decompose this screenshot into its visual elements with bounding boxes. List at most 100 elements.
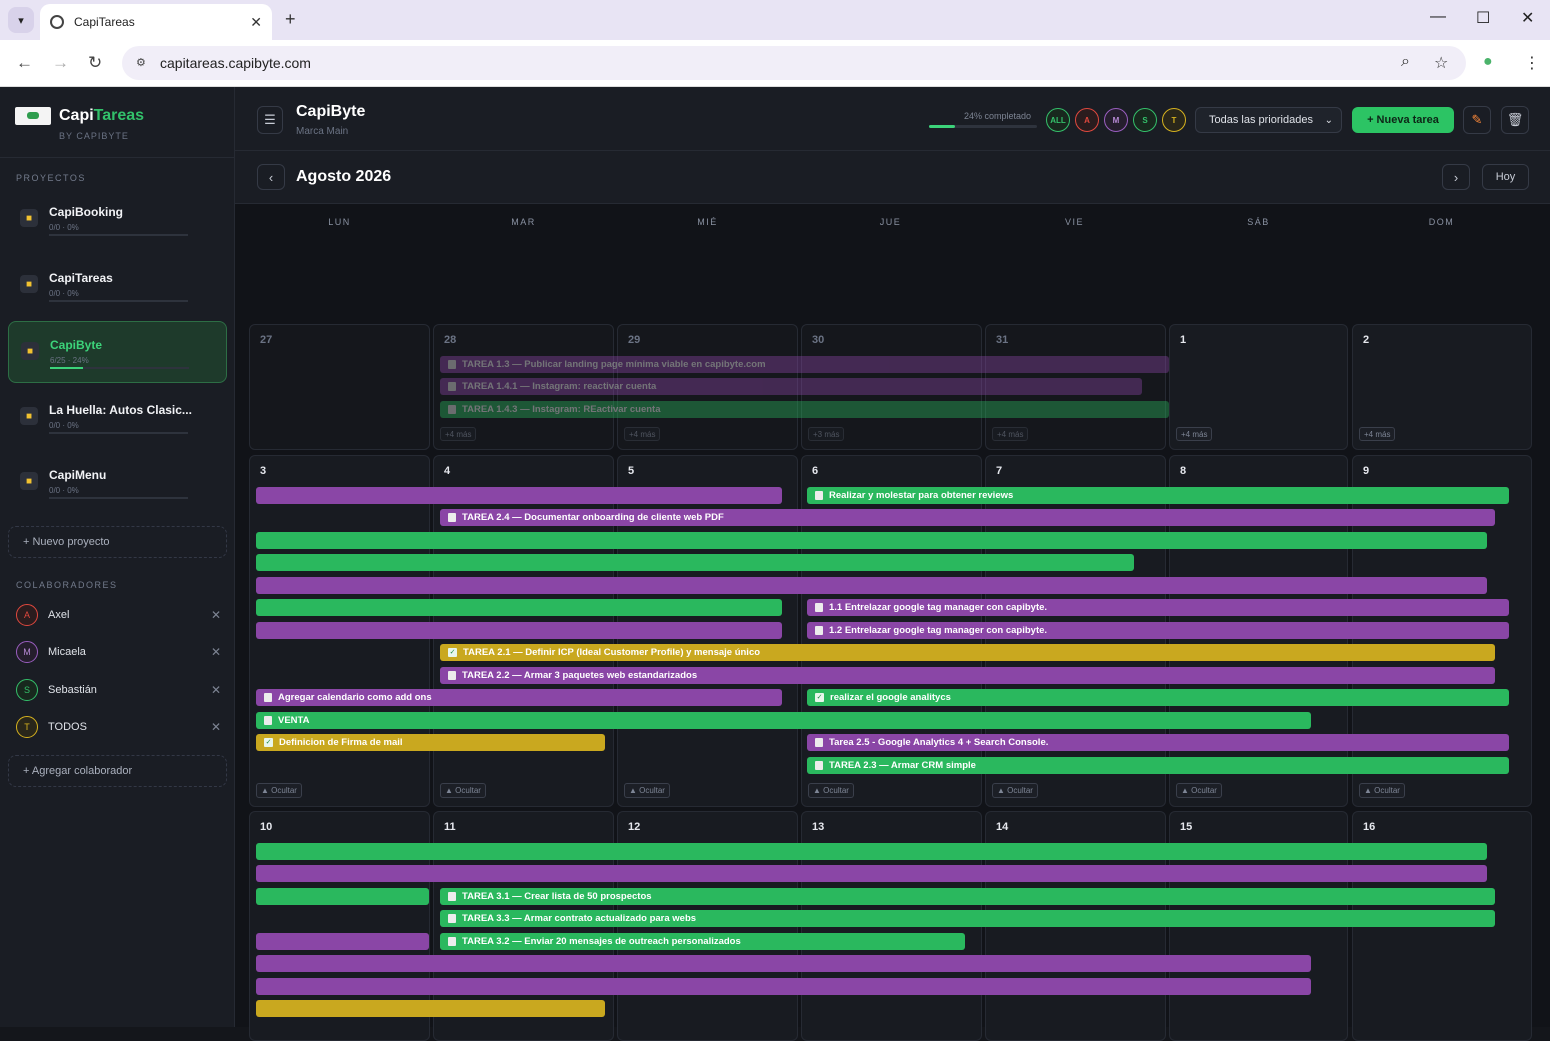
- day-number: 13: [812, 821, 825, 833]
- filter-axel[interactable]: A: [1075, 108, 1099, 132]
- forward-icon[interactable]: →: [52, 53, 69, 73]
- project-name: CapiBooking: [49, 205, 123, 219]
- next-month-icon[interactable]: ›: [1442, 164, 1470, 190]
- day-cell[interactable]: 27: [249, 324, 430, 450]
- hide-button[interactable]: ▲ Ocultar: [624, 783, 670, 798]
- task-bar[interactable]: TAREA 2.2 — Armar 3 paquetes web estanda…: [440, 667, 1495, 684]
- site-settings-icon[interactable]: ⚙: [136, 56, 150, 70]
- new-project-button[interactable]: + Nuevo proyecto: [8, 526, 227, 558]
- filter-todos[interactable]: T: [1162, 108, 1186, 132]
- day-number: 7: [996, 465, 1003, 477]
- hide-button[interactable]: ▲ Ocultar: [440, 783, 486, 798]
- hide-button[interactable]: ▲ Ocultar: [256, 783, 302, 798]
- filter-sebastian[interactable]: S: [1133, 108, 1157, 132]
- task-bar[interactable]: TAREA 3.3 — Armar contrato actualizado p…: [440, 910, 1495, 927]
- remove-collaborator-icon[interactable]: ✕: [211, 720, 221, 734]
- new-task-button[interactable]: + Nueva tarea: [1352, 107, 1454, 133]
- task-bar[interactable]: [256, 622, 782, 639]
- edit-pencil-icon[interactable]: ✎: [1463, 106, 1491, 134]
- task-bar[interactable]: [256, 978, 1311, 995]
- more-tasks-link[interactable]: +4 más: [1359, 427, 1396, 441]
- task-bar[interactable]: TAREA 3.2 — Enviar 20 mensajes de outrea…: [440, 933, 965, 950]
- task-bar[interactable]: [256, 1000, 605, 1017]
- task-bar[interactable]: ✓ Definicion de Firma de mail: [256, 734, 605, 751]
- maximize-icon[interactable]: ☐: [1476, 8, 1490, 28]
- day-cell[interactable]: 2 +4 más: [1352, 324, 1532, 450]
- task-bar[interactable]: TAREA 1.3 — Publicar landing page mínima…: [440, 356, 1169, 373]
- tab-title: CapiTareas: [74, 15, 135, 29]
- day-number: 5: [628, 465, 635, 477]
- task-bar[interactable]: [256, 955, 1311, 972]
- task-bar[interactable]: Realizar y molestar para obtener reviews: [807, 487, 1509, 504]
- collaborators-label: COLABORADORES: [16, 580, 118, 590]
- remove-collaborator-icon[interactable]: ✕: [211, 645, 221, 659]
- task-bar[interactable]: 1.2 Entrelazar google tag manager con ca…: [807, 622, 1509, 639]
- remove-collaborator-icon[interactable]: ✕: [211, 683, 221, 697]
- project-item-capimenu[interactable]: ■ CapiMenu 0/0 · 0%: [8, 452, 227, 514]
- project-item-capibyte[interactable]: ■ CapiByte 6/25 · 24%: [8, 321, 227, 383]
- address-bar[interactable]: ⚙ capitareas.capibyte.com: [122, 46, 1466, 80]
- reload-icon[interactable]: ↻: [88, 53, 102, 73]
- task-bar[interactable]: TAREA 1.4.1 — Instagram: reactivar cuent…: [440, 378, 1142, 395]
- close-window-icon[interactable]: ✕: [1521, 8, 1534, 28]
- task-bar[interactable]: ✓ TAREA 2.1 — Definir ICP (Ideal Customer…: [440, 644, 1495, 661]
- collaborator-todos[interactable]: T TODOS ✕: [16, 715, 221, 739]
- more-tasks-link[interactable]: +4 más: [1176, 427, 1213, 441]
- task-bar[interactable]: TAREA 2.3 — Armar CRM simple: [807, 757, 1509, 774]
- task-bar[interactable]: [256, 865, 1487, 882]
- tab-close-icon[interactable]: ✕: [250, 14, 262, 31]
- zoom-icon[interactable]: ⌕: [1401, 53, 1410, 71]
- task-bar[interactable]: 1.1 Entrelazar google tag manager con ca…: [807, 599, 1509, 616]
- minimize-icon[interactable]: —: [1430, 8, 1446, 26]
- task-bar[interactable]: TAREA 3.1 — Crear lista de 50 prospectos: [440, 888, 1495, 905]
- more-tasks-link[interactable]: +4 más: [440, 427, 477, 441]
- day-cell[interactable]: 1 +4 más: [1169, 324, 1348, 450]
- filter-all[interactable]: ALL: [1046, 108, 1070, 132]
- task-bar[interactable]: VENTA: [256, 712, 1311, 729]
- back-icon[interactable]: ←: [16, 53, 33, 73]
- hide-button[interactable]: ▲ Ocultar: [1359, 783, 1405, 798]
- today-button[interactable]: Hoy: [1482, 164, 1529, 190]
- task-bar[interactable]: [256, 487, 782, 504]
- bookmark-star-icon[interactable]: ☆: [1434, 53, 1448, 73]
- task-bar[interactable]: Agregar calendario como add ons: [256, 689, 782, 706]
- more-tasks-link[interactable]: +4 más: [992, 427, 1029, 441]
- task-bar[interactable]: [256, 532, 1487, 549]
- tab-search-chevron-icon[interactable]: ▾: [8, 7, 34, 33]
- task-bar[interactable]: TAREA 2.4 — Documentar onboarding de cli…: [440, 509, 1495, 526]
- project-item-capibooking[interactable]: ■ CapiBooking 0/0 · 0%: [8, 189, 227, 251]
- task-bar[interactable]: Tarea 2.5 - Google Analytics 4 + Search …: [807, 734, 1509, 751]
- collaborator-sebastian[interactable]: S Sebastián ✕: [16, 678, 221, 702]
- trash-icon[interactable]: 🗑: [1501, 106, 1529, 134]
- menu-toggle-icon[interactable]: ☰: [257, 106, 283, 134]
- task-bar[interactable]: ✓ realizar el google analitycs: [807, 689, 1509, 706]
- more-tasks-link[interactable]: +3 más: [808, 427, 845, 441]
- task-bar[interactable]: [256, 843, 1487, 860]
- prev-month-icon[interactable]: ‹: [257, 164, 285, 190]
- project-item-capitareas[interactable]: ■ CapiTareas 0/0 · 0%: [8, 255, 227, 317]
- task-bar[interactable]: TAREA 1.4.3 — Instagram: REactivar cuent…: [440, 401, 1169, 418]
- hide-button[interactable]: ▲ Ocultar: [992, 783, 1038, 798]
- priority-select[interactable]: Todas las prioridades ⌄: [1195, 107, 1342, 133]
- collaborator-name: TODOS: [48, 721, 87, 733]
- task-bar[interactable]: [256, 577, 1487, 594]
- project-item-la-huella[interactable]: ■ La Huella: Autos Clasic... 0/0 · 0%: [8, 387, 227, 449]
- add-collaborator-button[interactable]: + Agregar colaborador: [8, 755, 227, 787]
- task-bar[interactable]: [256, 554, 1134, 571]
- more-tasks-link[interactable]: +4 más: [624, 427, 661, 441]
- task-bar[interactable]: [256, 888, 429, 905]
- collaborator-axel[interactable]: A Axel ✕: [16, 603, 221, 627]
- hide-button[interactable]: ▲ Ocultar: [808, 783, 854, 798]
- day-number: 28: [444, 334, 457, 346]
- collaborator-micaela[interactable]: M Micaela ✕: [16, 640, 221, 664]
- hide-button[interactable]: ▲ Ocultar: [1176, 783, 1222, 798]
- new-tab-icon[interactable]: +: [285, 9, 296, 30]
- remove-collaborator-icon[interactable]: ✕: [211, 608, 221, 622]
- task-bar[interactable]: [256, 933, 429, 950]
- browser-tab[interactable]: CapiTareas ✕: [40, 4, 272, 40]
- browser-menu-icon[interactable]: ⋮: [1524, 53, 1540, 73]
- project-meta: 6/25 · 24%: [50, 356, 89, 365]
- task-bar[interactable]: [256, 599, 782, 616]
- extension-icon[interactable]: ●: [1483, 53, 1493, 71]
- filter-micaela[interactable]: M: [1104, 108, 1128, 132]
